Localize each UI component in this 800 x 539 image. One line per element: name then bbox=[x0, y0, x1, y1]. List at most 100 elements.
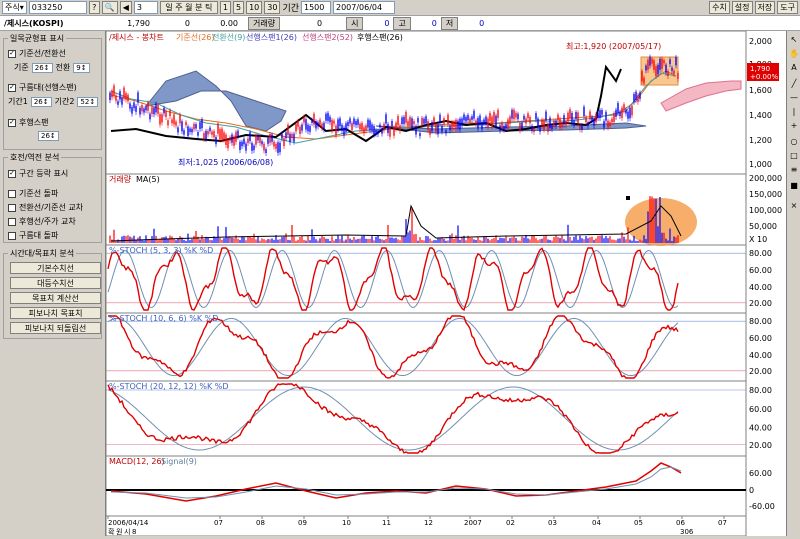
volume-bar bbox=[527, 238, 529, 243]
candle-body bbox=[621, 107, 623, 118]
candle-body bbox=[495, 115, 497, 127]
volume-bar bbox=[641, 240, 643, 243]
values-button[interactable]: 수치 bbox=[709, 1, 730, 14]
candle-body bbox=[547, 123, 549, 132]
fib-target-button[interactable]: 피보나치 목표치 bbox=[10, 307, 101, 319]
candle-body bbox=[143, 108, 145, 113]
candle-body bbox=[589, 111, 591, 120]
select-icon[interactable]: ✋ bbox=[789, 49, 799, 59]
conv-spinner[interactable]: 9 ↕ bbox=[73, 62, 90, 73]
base-spinner[interactable]: 26 ↕ bbox=[31, 62, 53, 73]
volume-bar bbox=[511, 237, 513, 243]
volume-bar bbox=[535, 238, 537, 243]
equal-value-button[interactable]: 대등수치선 bbox=[10, 277, 101, 289]
chart-svg[interactable]: /제시스 - 봉차트 기준선(26) 전환선(9) 선행스팬1(26) 선행스팬… bbox=[105, 30, 786, 537]
volume-bar bbox=[677, 235, 679, 243]
main-panel bbox=[105, 30, 747, 175]
candle-body bbox=[159, 114, 161, 125]
volume-bar bbox=[431, 240, 433, 243]
count-input[interactable]: 3 bbox=[133, 1, 158, 14]
trendline-icon[interactable]: ╱ bbox=[789, 79, 799, 89]
settings-button[interactable]: 설정 bbox=[731, 1, 753, 14]
signal-item[interactable]: 전환선/기준선 교차 bbox=[8, 202, 83, 213]
volume-bar bbox=[553, 237, 555, 243]
volume-bar bbox=[125, 236, 127, 243]
search-icon[interactable]: 🔍 bbox=[101, 1, 118, 14]
save-button[interactable]: 저장 bbox=[754, 1, 776, 14]
candle-body bbox=[533, 128, 535, 133]
vline-icon[interactable]: | bbox=[789, 107, 799, 117]
candle-body bbox=[271, 134, 273, 142]
text-icon[interactable]: A bbox=[789, 63, 799, 73]
market-select[interactable]: 주식 ▾ bbox=[2, 1, 27, 14]
target-calc-button[interactable]: 목표치 계산선 bbox=[10, 292, 101, 304]
signal-item[interactable]: 기준선 돌파 bbox=[8, 188, 58, 199]
volume-bar bbox=[397, 239, 399, 243]
volume-bar bbox=[209, 239, 211, 243]
period-5[interactable]: 5 bbox=[232, 1, 245, 14]
cursor-icon[interactable]: ↖ bbox=[789, 35, 799, 45]
candle-body bbox=[245, 143, 247, 151]
volume-bar bbox=[599, 235, 601, 243]
candle-body bbox=[515, 112, 517, 118]
period-10[interactable]: 10 bbox=[246, 1, 263, 14]
base-conv-check[interactable]: ✓ 기준선/전환선 bbox=[8, 48, 66, 59]
candle-body bbox=[447, 114, 449, 125]
candle-body bbox=[219, 129, 221, 140]
volume-bar bbox=[315, 239, 317, 243]
candle-body bbox=[471, 116, 473, 120]
period-input[interactable]: 1500 bbox=[301, 1, 331, 14]
basic-value-button[interactable]: 기본수치선 bbox=[10, 262, 101, 274]
delete-icon[interactable]: × bbox=[789, 201, 799, 211]
volume-bar bbox=[411, 207, 413, 243]
span2-spinner[interactable]: 52 ↕ bbox=[77, 96, 99, 107]
circle-icon[interactable]: ○ bbox=[789, 137, 799, 147]
lag-spinner[interactable]: 26 ↕ bbox=[38, 131, 59, 141]
candle-body bbox=[243, 138, 245, 145]
code-input[interactable]: 033250 bbox=[28, 1, 87, 14]
candle-body bbox=[419, 133, 421, 137]
candle-body bbox=[175, 121, 177, 126]
tools-button[interactable]: 도구 bbox=[777, 1, 798, 14]
candle-body bbox=[643, 77, 645, 84]
lag-check[interactable]: ✓ 후행스팬 bbox=[8, 117, 48, 128]
volume-bar bbox=[341, 235, 343, 243]
signal-item[interactable]: ✓ 구간 등락 표시 bbox=[8, 168, 68, 179]
volume-bar bbox=[531, 235, 533, 243]
volume-bar bbox=[625, 239, 627, 243]
prev-button[interactable]: ◀ bbox=[119, 1, 132, 14]
chart-area[interactable]: /제시스 - 봉차트 기준선(26) 전환선(9) 선행스팬1(26) 선행스팬… bbox=[105, 30, 786, 537]
candle-body bbox=[201, 119, 203, 129]
volume-bar bbox=[471, 237, 473, 243]
cloud-check[interactable]: ✓ 구름대(선행스팬) bbox=[8, 82, 77, 93]
volume-bar bbox=[449, 235, 451, 243]
cross-icon[interactable]: + bbox=[789, 121, 799, 131]
candle-body bbox=[527, 113, 529, 119]
color-icon[interactable]: ■ bbox=[789, 181, 799, 191]
candle-body bbox=[591, 116, 593, 122]
volume-bar bbox=[499, 237, 501, 243]
period-1[interactable]: 1 bbox=[219, 1, 231, 14]
volume-bar bbox=[561, 235, 563, 243]
rect-icon[interactable]: □ bbox=[789, 151, 799, 161]
period-30[interactable]: 30 bbox=[264, 1, 281, 14]
fib-retrace-button[interactable]: 피보나치 되돌림선 bbox=[10, 322, 101, 334]
signal-item[interactable]: 구름대 돌파 bbox=[8, 230, 58, 241]
hline-icon[interactable]: — bbox=[789, 93, 799, 103]
mode-tabs[interactable]: 일 주 월 분 틱 bbox=[159, 1, 218, 14]
candle-body bbox=[551, 125, 553, 130]
signal-item[interactable]: 후행선/주가 교차 bbox=[8, 216, 76, 227]
high-label: 고 bbox=[393, 16, 411, 30]
candle-body bbox=[499, 125, 501, 131]
candle-body bbox=[483, 119, 485, 123]
fib-icon[interactable]: ≡ bbox=[789, 165, 799, 175]
volume-bar bbox=[593, 239, 595, 243]
date-input[interactable]: 2007/06/04 bbox=[333, 1, 395, 14]
volume-bar bbox=[247, 237, 249, 243]
candle-body bbox=[485, 116, 487, 125]
candle-body bbox=[537, 118, 539, 127]
candle-body bbox=[431, 122, 433, 131]
help-button[interactable]: ? bbox=[88, 1, 100, 14]
span1-spinner[interactable]: 26 ↕ bbox=[30, 96, 52, 107]
candle-body bbox=[207, 130, 209, 135]
